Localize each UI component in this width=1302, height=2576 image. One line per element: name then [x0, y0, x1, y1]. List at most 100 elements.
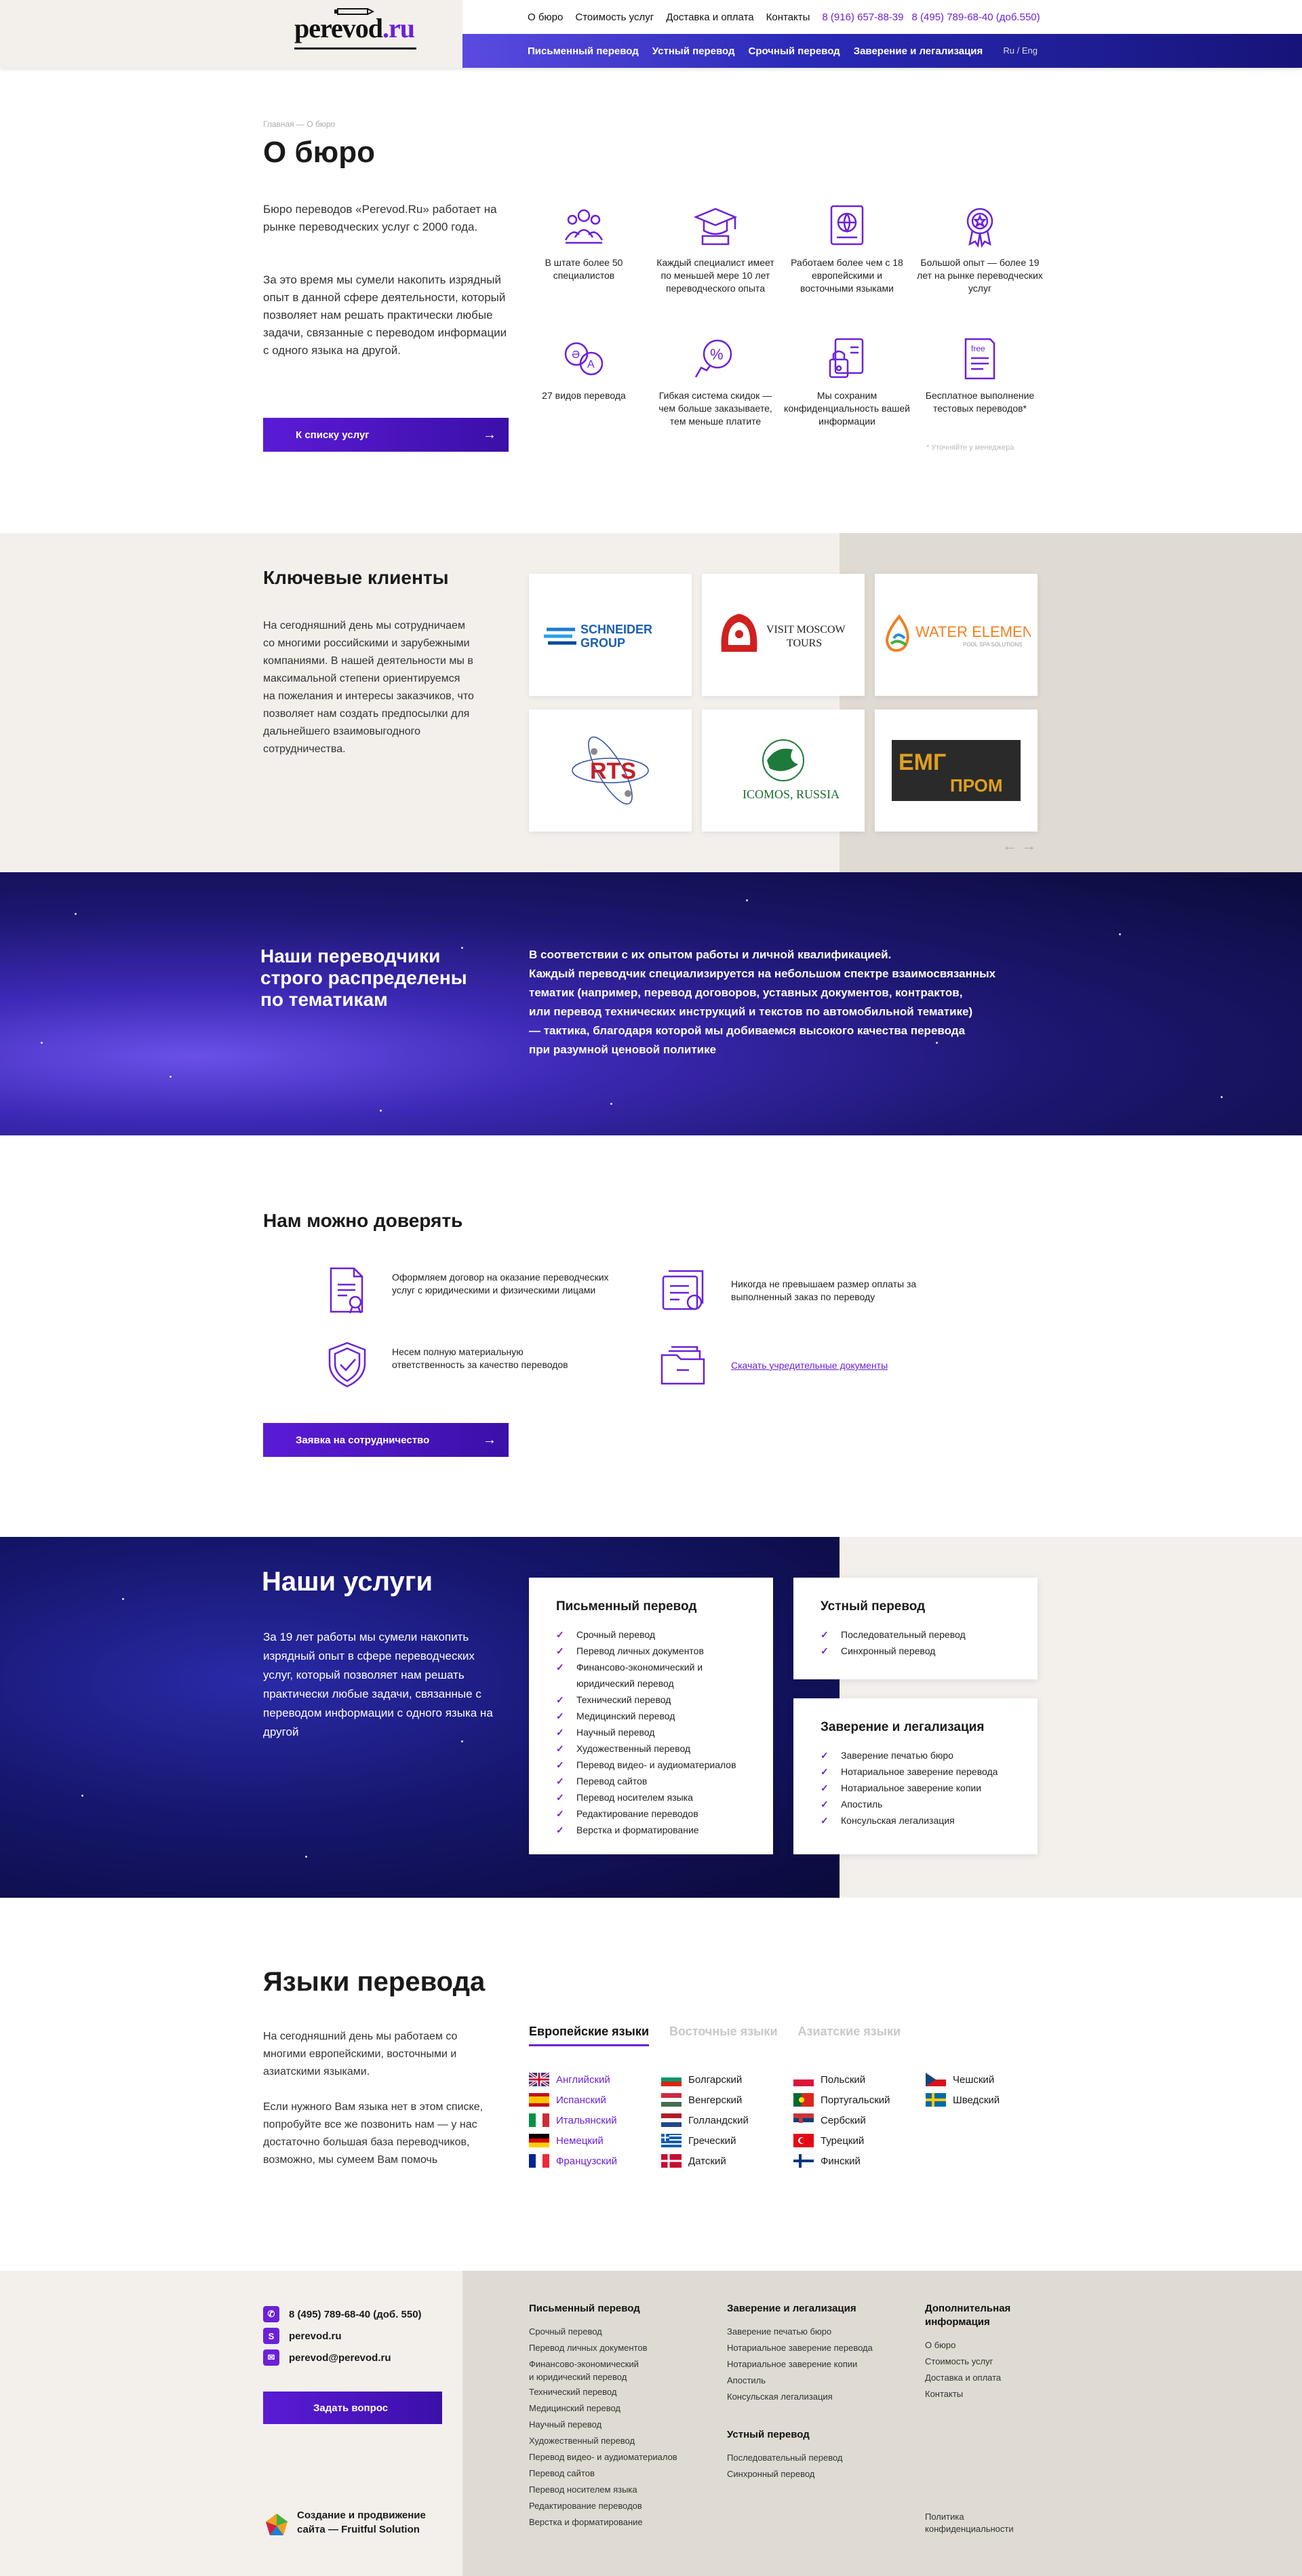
card-oral-title[interactable]: Устный перевод: [821, 1599, 1010, 1614]
footer-link[interactable]: Нотариальное заверение перевода: [727, 2340, 903, 2356]
footer-link[interactable]: Апостиль: [727, 2373, 903, 2389]
service-item[interactable]: Заверение печатью бюро: [821, 1747, 1010, 1763]
service-item[interactable]: Срочный перевод: [556, 1626, 746, 1643]
service-item[interactable]: Научный перевод: [556, 1724, 746, 1740]
service-item[interactable]: Медицинский перевод: [556, 1708, 746, 1724]
footer-link[interactable]: Заверение печатью бюро: [727, 2324, 903, 2340]
footer-link[interactable]: Художественный перевод: [529, 2433, 705, 2449]
language-item-gb[interactable]: Английский: [528, 2071, 610, 2088]
flag-pt-icon: [793, 2093, 814, 2107]
subnav-oral[interactable]: Устный перевод: [652, 45, 735, 57]
percent-icon: %: [692, 335, 739, 383]
trust-title: Нам можно доверять: [263, 1210, 463, 1231]
services-list-button[interactable]: К списку услуг →: [263, 418, 509, 452]
language-name[interactable]: Немецкий: [556, 2135, 604, 2147]
card-written-title[interactable]: Письменный перевод: [556, 1599, 746, 1614]
service-item[interactable]: Перевод сайтов: [556, 1773, 746, 1789]
language-item-es[interactable]: Испанский: [529, 2093, 606, 2107]
phone-office[interactable]: 8 (495) 789-68-40 (доб.550): [912, 12, 1040, 23]
developer-credit[interactable]: Создание и продвижение сайта — Fruitful …: [297, 2508, 453, 2537]
download-documents-link[interactable]: Скачать учредительные документы: [731, 1359, 888, 1372]
footer-link[interactable]: Редактирование переводов: [529, 2498, 705, 2514]
footer-link[interactable]: Контакты: [925, 2386, 1033, 2402]
service-item[interactable]: Перевод носителем языка: [556, 1789, 746, 1806]
language-item-fr[interactable]: Французский: [529, 2154, 617, 2168]
service-item[interactable]: Консульская легализация: [821, 1812, 1010, 1829]
cooperation-request-button[interactable]: Заявка на сотрудничество →: [263, 1423, 509, 1457]
footer-link[interactable]: Перевод личных документов: [529, 2340, 705, 2356]
footer-link[interactable]: Последовательный перевод: [727, 2450, 903, 2466]
footer-link[interactable]: Стоимость услуг: [925, 2354, 1033, 2370]
footer-link[interactable]: и юридический перевод: [529, 2370, 705, 2384]
language-name[interactable]: Испанский: [556, 2094, 606, 2106]
footer-link[interactable]: Нотариальное заверение копии: [727, 2356, 903, 2373]
footer-link[interactable]: Медицинский перевод: [529, 2400, 705, 2417]
footer-col-info: Дополнительная информация О бюро Стоимос…: [925, 2302, 1033, 2402]
service-item[interactable]: Верстка и форматирование: [556, 1822, 746, 1838]
carousel-arrows[interactable]: ← →: [1002, 837, 1036, 855]
privacy-policy-link[interactable]: Политика конфиденциальности: [925, 2511, 1027, 2535]
service-item[interactable]: Редактирование переводов: [556, 1806, 746, 1822]
footer-col-title[interactable]: Устный перевод: [727, 2428, 903, 2442]
footer-link[interactable]: Финансово-экономический: [529, 2358, 705, 2370]
tab-eastern[interactable]: Восточные языки: [669, 2025, 778, 2046]
nav-about[interactable]: О бюро: [528, 12, 563, 23]
language-switch[interactable]: Ru / Eng: [1003, 45, 1038, 56]
nav-contacts[interactable]: Контакты: [766, 12, 810, 23]
footer-link[interactable]: Срочный перевод: [529, 2324, 705, 2340]
language-name[interactable]: Итальянский: [556, 2115, 617, 2126]
lock-doc-icon: [823, 335, 871, 383]
ask-question-button[interactable]: Задать вопрос: [263, 2392, 442, 2424]
footer-col-title[interactable]: Письменный перевод: [529, 2302, 705, 2316]
trust-item-responsibility: Несем полную материальную ответственност…: [392, 1346, 568, 1370]
service-item[interactable]: Художественный перевод: [556, 1740, 746, 1757]
language-name[interactable]: Французский: [556, 2155, 617, 2167]
breadcrumb[interactable]: Главная — О бюро: [263, 119, 335, 129]
service-item[interactable]: Перевод видео- и аудиоматериалов: [556, 1757, 746, 1773]
card-legal-title[interactable]: Заверение и легализация: [821, 1720, 1010, 1735]
card-legal: Заверение и легализация Заверение печать…: [793, 1698, 1038, 1854]
logo[interactable]: perevod.ru: [294, 12, 415, 44]
phone-mobile[interactable]: 8 (916) 657-88-39: [822, 12, 903, 23]
footer-email[interactable]: ✉ perevod@perevod.ru: [263, 2349, 391, 2366]
footer-link[interactable]: Синхронный перевод: [727, 2466, 903, 2482]
footer-col-title[interactable]: Заверение и легализация: [727, 2302, 903, 2316]
service-item[interactable]: Синхронный перевод: [821, 1643, 1010, 1659]
tab-asian[interactable]: Азиатские языки: [798, 2025, 901, 2046]
footer-link[interactable]: Доставка и оплата: [925, 2370, 1033, 2386]
footer-link[interactable]: Научный перевод: [529, 2417, 705, 2433]
service-item[interactable]: Технический перевод: [556, 1692, 746, 1708]
language-item-it[interactable]: Итальянский: [529, 2113, 617, 2127]
footer-link[interactable]: О бюро: [925, 2337, 1033, 2354]
nav-delivery[interactable]: Доставка и оплата: [666, 12, 753, 23]
service-item[interactable]: Последовательный перевод: [821, 1626, 1010, 1643]
footer-link[interactable]: Перевод носителем языка: [529, 2482, 705, 2498]
footer-link[interactable]: Перевод сайтов: [529, 2465, 705, 2482]
footer-skype[interactable]: Sperevod.ru: [263, 2328, 342, 2344]
footer-link[interactable]: Консульская легализация: [727, 2389, 903, 2405]
service-item[interactable]: Нотариальное заверение копии: [821, 1780, 1010, 1796]
language-item-de[interactable]: Немецкий: [529, 2134, 604, 2147]
footer-link[interactable]: Технический перевод: [529, 2384, 705, 2400]
service-item[interactable]: Перевод личных документов: [556, 1643, 746, 1659]
nav-prices[interactable]: Стоимость услуг: [575, 12, 654, 23]
service-item[interactable]: Нотариальное заверение перевода: [821, 1763, 1010, 1780]
tab-european[interactable]: Европейские языки: [529, 2025, 650, 2046]
price-list-icon: [662, 1270, 704, 1310]
trust-item-contract: Оформляем договор на оказание переводчес…: [392, 1272, 609, 1295]
logo-underline: [294, 47, 416, 50]
language-name[interactable]: Английский: [556, 2074, 610, 2086]
footer-phone[interactable]: ✆ 8 (495) 789-68-40 (доб. 550): [263, 2306, 422, 2322]
language-item-cz: Чешский: [926, 2073, 994, 2086]
footer-link[interactable]: Перевод видео- и аудиоматериалов: [529, 2449, 705, 2465]
subnav-legalization[interactable]: Заверение и легализация: [854, 45, 983, 57]
footer-link[interactable]: Верстка и форматирование: [529, 2514, 705, 2531]
shield-icon: [328, 1342, 366, 1388]
flag-fr-icon: [529, 2154, 549, 2168]
team-icon: [560, 202, 608, 250]
subnav-urgent[interactable]: Срочный перевод: [749, 45, 840, 57]
service-item[interactable]: Финансово-экономический и юридический пе…: [556, 1659, 746, 1692]
service-item[interactable]: Апостиль: [821, 1796, 1010, 1812]
site-header: perevod.ru О бюро Стоимость услуг Достав…: [0, 0, 1302, 68]
subnav-written[interactable]: Письменный перевод: [528, 45, 639, 57]
